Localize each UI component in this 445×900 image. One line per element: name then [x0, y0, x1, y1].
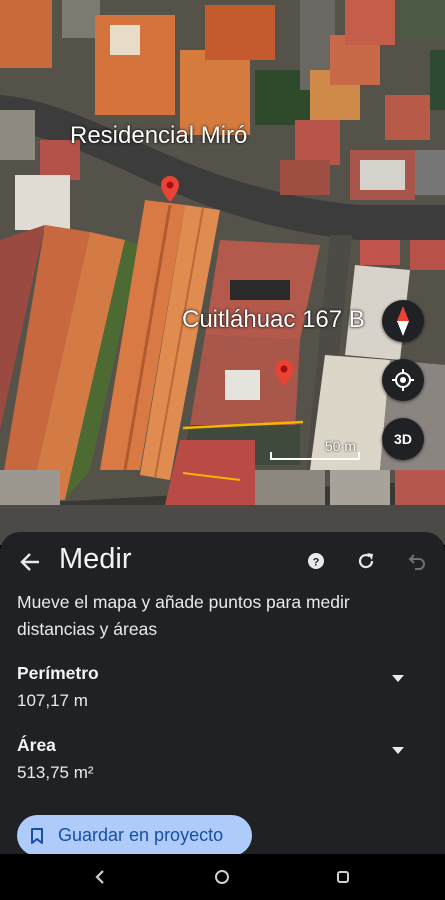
refresh-button[interactable]: [351, 546, 381, 576]
nav-back-button[interactable]: [89, 866, 111, 888]
area-dropdown[interactable]: [389, 743, 407, 757]
dropdown-arrow-icon: [392, 674, 404, 682]
panel-title: Medir: [59, 543, 132, 575]
undo-icon: [408, 554, 425, 570]
nav-recents-icon: [337, 871, 349, 883]
my-location-icon: [392, 369, 414, 391]
panel-header: Medir ?: [0, 532, 445, 590]
perimeter-row[interactable]: Perímetro 107,17 m: [0, 663, 445, 723]
my-location-button[interactable]: [382, 359, 424, 401]
help-button[interactable]: ?: [301, 546, 331, 576]
nav-home-icon: [215, 870, 229, 884]
compass-button[interactable]: [382, 300, 424, 342]
svg-text:?: ?: [313, 556, 320, 568]
location-pin-icon[interactable]: [161, 176, 179, 202]
measure-panel: Medir ? Mueve el mapa y añade puntos par…: [0, 532, 445, 856]
nav-recents-button[interactable]: [332, 866, 354, 888]
undo-button[interactable]: [401, 546, 431, 576]
location-pin-icon[interactable]: [275, 360, 293, 386]
place-label[interactable]: Residencial Miró: [70, 122, 247, 150]
bookmark-icon: [31, 827, 43, 844]
area-row[interactable]: Área 513,75 m²: [0, 735, 445, 795]
nav-home-button[interactable]: [211, 866, 233, 888]
save-button-label: Guardar en proyecto: [58, 825, 224, 845]
help-icon: ?: [308, 553, 324, 569]
refresh-icon: [358, 553, 374, 569]
3d-toggle-button[interactable]: 3D: [382, 418, 424, 460]
satellite-imagery: [0, 0, 445, 545]
scale-bar: [270, 452, 360, 460]
arrow-back-icon: [20, 553, 39, 571]
compass-icon: [397, 306, 409, 336]
satellite-map[interactable]: Residencial Miró Cuitláhuac 167 B 3D 50 …: [0, 0, 445, 545]
save-to-project-button[interactable]: Guardar en proyecto: [17, 815, 252, 856]
place-label[interactable]: Cuitláhuac 167 B: [182, 306, 365, 334]
perimeter-label: Perímetro: [17, 663, 99, 683]
nav-back-icon: [95, 870, 104, 884]
back-button[interactable]: [16, 548, 44, 576]
system-navigation-bar: [0, 854, 445, 900]
perimeter-value: 107,17 m: [17, 691, 88, 710]
map-scale: 50 m: [270, 438, 360, 462]
area-label: Área: [17, 735, 56, 755]
dropdown-arrow-icon: [392, 746, 404, 754]
area-value: 513,75 m²: [17, 763, 94, 782]
perimeter-dropdown[interactable]: [389, 671, 407, 685]
instructions-text: Mueve el mapa y añade puntos para medir …: [17, 592, 350, 639]
